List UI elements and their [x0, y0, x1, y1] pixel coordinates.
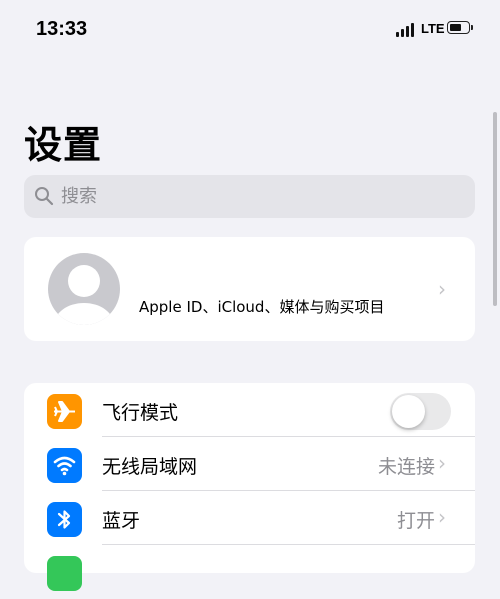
- network-type: LTE: [421, 21, 445, 36]
- page-title: 设置: [24, 123, 103, 167]
- airplane-mode-toggle[interactable]: [390, 393, 451, 430]
- settings-row-bluetooth[interactable]: 蓝牙 打开 ›: [24, 491, 475, 545]
- chevron-right-icon: ›: [438, 277, 446, 301]
- cellular-icon: [47, 556, 82, 591]
- wifi-icon: [47, 448, 82, 483]
- toggle-knob: [392, 395, 425, 428]
- chevron-right-icon: ›: [438, 505, 446, 529]
- settings-row-label: 蓝牙: [102, 510, 141, 532]
- apple-id-card[interactable]: Apple ID、iCloud、媒体与购买项目 ›: [24, 237, 475, 341]
- settings-row-partial[interactable]: [24, 545, 475, 599]
- airplane-icon: [47, 394, 82, 429]
- search-icon: [35, 187, 54, 206]
- wifi-status: 未连接: [377, 456, 435, 478]
- search-bar[interactable]: [24, 175, 475, 218]
- apple-id-label: Apple ID、iCloud、媒体与购买项目: [139, 298, 385, 316]
- settings-group: 飞行模式 无线局域网 未连接 › 蓝牙 打开 ›: [24, 383, 475, 591]
- settings-row-label: 飞行模式: [102, 402, 179, 424]
- settings-row-wifi[interactable]: 无线局域网 未连接 ›: [24, 437, 475, 491]
- bluetooth-icon: [47, 502, 82, 537]
- battery-icon: [447, 21, 474, 36]
- bluetooth-status: 打开: [396, 510, 435, 532]
- chevron-right-icon: ›: [438, 451, 446, 475]
- avatar: [48, 253, 120, 325]
- signal-strength-icon: [396, 23, 416, 37]
- status-time: 13:33: [36, 18, 88, 40]
- scrollbar[interactable]: [493, 112, 497, 306]
- search-input[interactable]: [61, 175, 461, 218]
- settings-row-label: 无线局域网: [102, 456, 198, 478]
- status-bar: 13:33 LTE: [0, 0, 500, 60]
- settings-row-airplane-mode[interactable]: 飞行模式: [24, 383, 475, 437]
